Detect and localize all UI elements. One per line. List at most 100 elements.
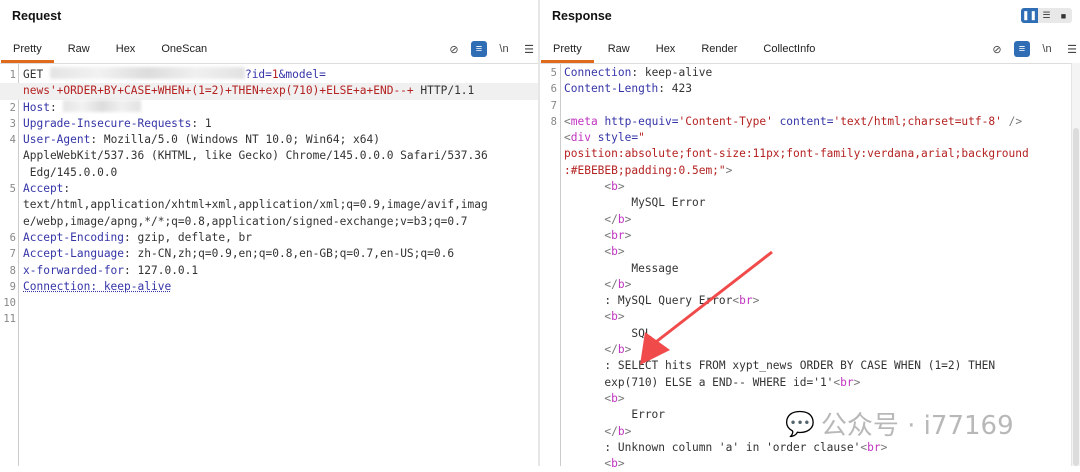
response-title: Response <box>552 9 612 23</box>
menu-icon[interactable]: ☰ <box>1064 41 1080 57</box>
tab-hex[interactable]: Hex <box>656 40 676 62</box>
redacted-text <box>49 67 245 79</box>
line-number <box>0 83 16 99</box>
code-line: < br > <box>540 228 1080 244</box>
tab-collectinfo[interactable]: CollectInfo <box>763 40 815 62</box>
code-line: 8 < meta http-equiv= 'Content-Type' content… <box>540 114 1080 130</box>
code-token: < <box>564 114 571 128</box>
code-token: </ <box>564 212 618 226</box>
code-token: br <box>611 228 625 242</box>
line-number: 3 <box>9 117 16 130</box>
code-token: > <box>624 212 632 226</box>
code-token: > <box>617 310 625 324</box>
line-number <box>0 165 16 181</box>
code-line: 6 Accept-Encoding: gzip, deflate, br <box>0 230 538 246</box>
code-token: Accept-Encoding <box>23 230 125 244</box>
hide-eye-icon[interactable]: ⊘ <box>446 41 462 57</box>
tab-render[interactable]: Render <box>701 40 737 62</box>
request-toolbar: ⊘ ≡ \n ☰ <box>446 41 537 57</box>
code-token: b <box>617 343 625 357</box>
tab-hex[interactable]: Hex <box>116 40 136 62</box>
tab-raw[interactable]: Raw <box>608 40 630 62</box>
scroll-thumb[interactable] <box>1073 128 1079 466</box>
line-number: 1 <box>9 69 16 81</box>
code-token: b <box>611 310 618 324</box>
code-token: br <box>840 375 854 389</box>
code-token: Edg/145.0.0.0 <box>23 165 118 179</box>
line-number <box>0 214 16 230</box>
line-number <box>540 342 557 358</box>
code-line: 7 <box>540 98 1080 114</box>
code-token: < <box>564 310 612 324</box>
code-token: AppleWebKit/537.36 (KHTML, like Gecko) C… <box>23 149 488 163</box>
request-editor[interactable]: 1 GET ?id= 1 &model= news'+ORDER+BY+CASE+WHE… <box>0 63 538 466</box>
code-line: Message <box>540 261 1080 277</box>
response-toolbar: ⊘ ≡ \n ☰ <box>989 41 1080 57</box>
line-number: 7 <box>550 99 557 112</box>
watermark-text: 公众号 · i77169 <box>820 411 1014 441</box>
code-token: :#EBEBEB;padding:0.5em;" <box>564 163 726 177</box>
code-token: : Mozilla/5.0 (Windows NT 10.0; Win64; x… <box>90 133 380 147</box>
tab-onescan[interactable]: OneScan <box>161 40 207 62</box>
code-token: < <box>860 440 868 454</box>
code-token: MySQL Error <box>564 196 706 210</box>
response-scrollbar[interactable] <box>1071 63 1080 466</box>
line-number <box>540 228 557 244</box>
code-token: exp(710) ELSE a END-- WHERE id='1' <box>564 375 834 389</box>
line-number <box>540 326 557 342</box>
code-token: content= <box>772 114 834 128</box>
code-line: 5 Accept: <box>0 181 538 197</box>
line-number <box>540 391 557 407</box>
line-number: 7 <box>9 248 16 261</box>
line-number <box>540 293 557 309</box>
code-line: SQL <box>540 326 1080 342</box>
split-horizontal-icon[interactable]: ☰ <box>1038 8 1055 23</box>
code-token: 'text/html;charset=utf-8' <box>833 114 1002 128</box>
code-line: 5 Connection: keep-alive <box>540 65 1080 81</box>
code-token: < <box>564 131 571 145</box>
code-line: </b > <box>540 342 1080 358</box>
code-token: > <box>617 245 625 259</box>
request-tabs: Pretty Raw Hex OneScan <box>0 40 220 63</box>
line-number <box>540 179 557 195</box>
request-panel: Request Pretty Raw Hex OneScan ⊘ ≡ \n ☰ 1 GE… <box>0 0 538 466</box>
wrap-lines-icon[interactable]: ≡ <box>1014 41 1030 57</box>
line-number: 6 <box>9 231 16 244</box>
tab-pretty[interactable]: Pretty <box>541 40 594 63</box>
line-number <box>540 130 557 146</box>
code-token: ?id= <box>244 68 272 81</box>
code-token: b <box>617 212 625 226</box>
code-line: < b > <box>540 179 1080 195</box>
code-token: div <box>570 131 591 145</box>
code-line: 11 <box>0 311 538 327</box>
split-vertical-icon[interactable]: ❚❚ <box>1021 8 1038 23</box>
newline-toggle[interactable]: \n <box>496 41 512 57</box>
code-token: </ <box>564 277 618 291</box>
menu-icon[interactable]: ☰ <box>521 41 537 57</box>
code-token: Connection <box>564 66 632 79</box>
line-number: 5 <box>550 67 557 79</box>
hide-eye-icon[interactable]: ⊘ <box>989 41 1005 57</box>
response-panel: Response ❚❚ ☰ ■ Pretty Raw Hex Render Collec… <box>540 0 1080 470</box>
tab-raw[interactable]: Raw <box>68 40 90 62</box>
single-pane-icon[interactable]: ■ <box>1055 8 1072 23</box>
code-line: 9 Connection: keep-alive <box>0 279 538 295</box>
code-token: > <box>617 180 625 194</box>
code-token: > <box>880 440 888 454</box>
layout-toggle: ❚❚ ☰ ■ <box>1021 8 1072 23</box>
response-tabs: Pretty Raw Hex Render CollectInfo <box>540 40 828 63</box>
code-line: </b > <box>540 277 1080 293</box>
code-token: Error <box>564 408 666 422</box>
tab-pretty[interactable]: Pretty <box>1 40 54 63</box>
code-token: b <box>617 277 625 291</box>
code-token: : 127.0.0.1 <box>124 263 199 277</box>
line-number <box>540 375 557 391</box>
line-number: 2 <box>9 101 16 114</box>
code-token: > <box>624 424 632 438</box>
code-token: http-equiv= <box>597 114 679 128</box>
wrap-lines-icon[interactable]: ≡ <box>471 41 487 57</box>
line-number <box>540 440 557 456</box>
code-token: < <box>564 228 612 242</box>
code-token: 1 <box>271 68 279 81</box>
newline-toggle[interactable]: \n <box>1039 41 1055 57</box>
